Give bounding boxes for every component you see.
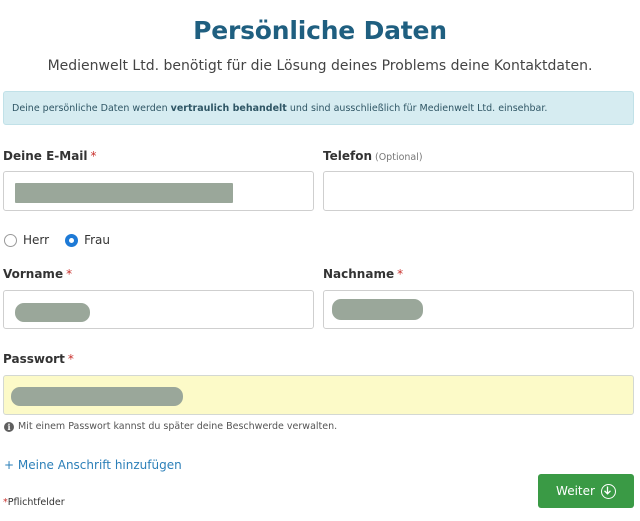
page-subtitle: Medienwelt Ltd. benötigt für die Lösung …	[47, 58, 593, 74]
phone-label: Telefon (Optional)	[323, 149, 423, 163]
privacy-notice-text-1: Deine persönliche Daten werden	[12, 103, 171, 114]
password-hint-text: Mit einem Passwort kannst du später dein…	[18, 421, 338, 432]
email-label-text: Deine E-Mail	[3, 149, 88, 163]
phone-label-text: Telefon	[323, 149, 372, 163]
firstname-field[interactable]	[3, 290, 314, 329]
phone-optional-hint: (Optional)	[375, 152, 423, 163]
password-label: Passwort *	[3, 352, 74, 366]
required-fields-note: *Pflichtfelder	[3, 497, 65, 508]
firstname-label-text: Vorname	[3, 267, 64, 281]
email-label: Deine E-Mail *	[3, 149, 97, 163]
arrow-down-circle-icon	[600, 483, 616, 499]
password-field[interactable]	[3, 375, 634, 415]
radio-frau[interactable]	[65, 233, 79, 247]
redacted-password	[11, 387, 183, 406]
password-hint: i Mit einem Passwort kannst du später de…	[4, 421, 337, 432]
email-required-mark: *	[90, 149, 97, 163]
privacy-notice-bold: vertraulich behandelt	[170, 103, 287, 114]
redacted-lastname	[332, 299, 423, 320]
next-button[interactable]: Weiter	[538, 474, 634, 508]
redacted-email	[15, 183, 233, 203]
redacted-firstname	[15, 303, 90, 322]
radio-herr[interactable]	[4, 233, 17, 247]
privacy-notice-text-2: und sind ausschließlich für Medienwelt L…	[286, 103, 548, 114]
firstname-label: Vorname *	[3, 267, 72, 281]
lastname-field[interactable]	[323, 290, 634, 329]
radio-frau-label[interactable]: Frau	[84, 233, 110, 247]
lastname-label: Nachname *	[323, 267, 403, 281]
info-icon: i	[4, 421, 14, 432]
next-button-label: Weiter	[556, 484, 595, 498]
lastname-label-text: Nachname	[323, 267, 395, 281]
password-label-text: Passwort	[3, 352, 65, 366]
page-title: Persönliche Daten	[193, 16, 447, 45]
phone-field[interactable]	[323, 171, 634, 211]
email-field[interactable]	[3, 171, 314, 211]
firstname-required-mark: *	[66, 267, 73, 281]
radio-herr-label[interactable]: Herr	[23, 233, 49, 247]
privacy-notice: Deine persönliche Daten werden vertrauli…	[3, 91, 634, 125]
password-required-mark: *	[67, 352, 74, 366]
lastname-required-mark: *	[397, 267, 404, 281]
add-address-link[interactable]: + Meine Anschrift hinzufügen	[4, 458, 182, 472]
salutation-group: Herr Frau	[4, 233, 126, 247]
required-fields-text: Pflichtfelder	[7, 497, 65, 508]
